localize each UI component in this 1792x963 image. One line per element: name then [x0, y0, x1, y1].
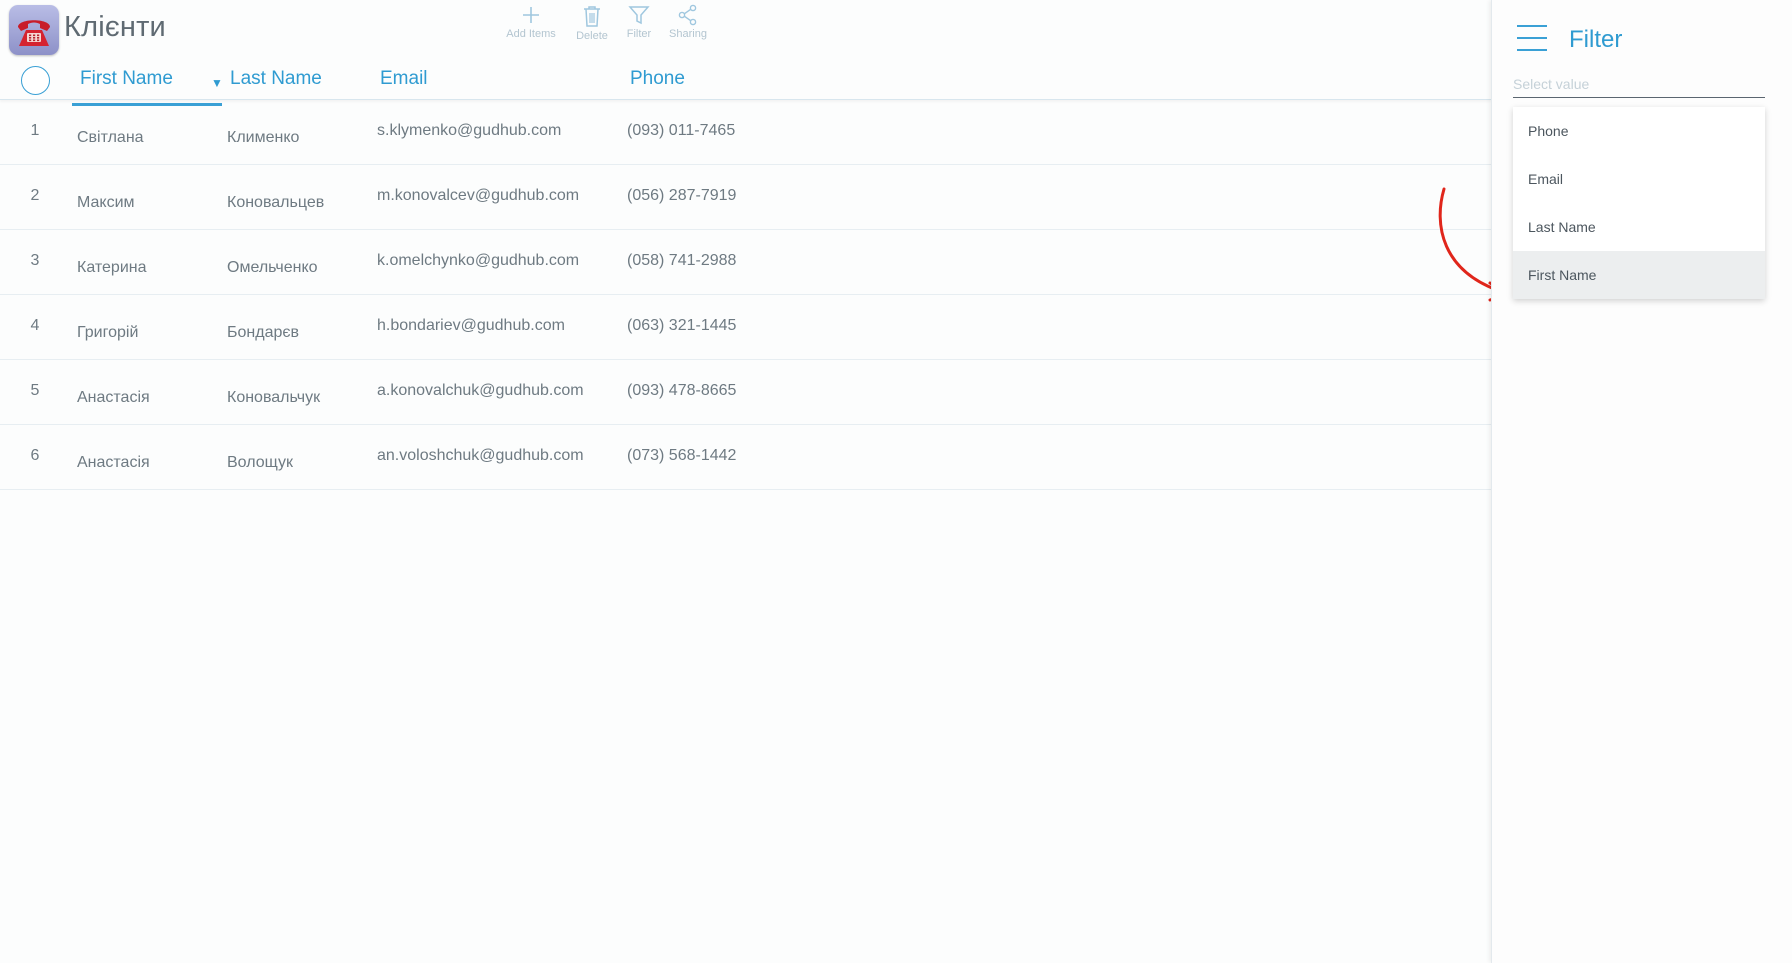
row-number: 4 — [30, 317, 40, 334]
row-number: 1 — [30, 122, 40, 139]
row-number: 6 — [30, 447, 40, 464]
field-dropdown: Phone Email Last Name First Name — [1513, 107, 1765, 299]
row-number: 2 — [30, 187, 40, 204]
add-items-label: Add Items — [506, 28, 556, 40]
table-header: First Name ▼ Last Name Email Phone — [0, 60, 1491, 106]
cell-first-name: Анастасія — [77, 454, 150, 471]
select-all-checkbox[interactable] — [21, 66, 50, 95]
cell-phone: (056) 287-7919 — [627, 187, 737, 204]
cell-last-name: Бондарєв — [227, 324, 300, 341]
cell-email: s.klymenko@gudhub.com — [377, 122, 562, 139]
cell-last-name: Коновальцев — [227, 194, 325, 211]
cell-last-name: Клименко — [227, 129, 300, 146]
cell-last-name: Волощук — [227, 454, 293, 471]
cell-email: a.konovalchuk@gudhub.com — [377, 382, 584, 399]
sort-desc-icon: ▼ — [211, 76, 223, 90]
table-row[interactable]: 1 Світлана Клименко s.klymenko@gudhub.co… — [0, 100, 1491, 165]
cell-phone: (058) 741-2988 — [627, 252, 737, 269]
table-row[interactable]: 4 Григорій Бондарєв h.bondariev@gudhub.c… — [0, 295, 1491, 360]
share-icon — [678, 4, 697, 26]
toolbar: Add Items Delete Filter Sharing — [500, 4, 720, 42]
delete-label: Delete — [576, 30, 608, 42]
row-number: 3 — [30, 252, 40, 269]
filter-button[interactable]: Filter — [622, 4, 656, 42]
row-number: 5 — [30, 382, 40, 399]
cell-first-name: Світлана — [77, 129, 144, 146]
cell-email: an.voloshchuk@gudhub.com — [377, 447, 584, 464]
dropdown-option-phone[interactable]: Phone — [1513, 107, 1765, 155]
cell-first-name: Катерина — [77, 259, 147, 276]
cell-phone: (073) 568-1442 — [627, 447, 737, 464]
cell-last-name: Омельченко — [227, 259, 318, 276]
dropdown-option-first-name[interactable]: First Name — [1513, 251, 1765, 299]
filter-panel: Filter Phone Email Last Name First Name — [1491, 0, 1792, 963]
clients-table: First Name ▼ Last Name Email Phone 1 Сві… — [0, 60, 1491, 490]
filter-panel-title: Filter — [1569, 26, 1623, 53]
table-row[interactable]: 6 Анастасія Волощук an.voloshchuk@gudhub… — [0, 425, 1491, 490]
table-row[interactable]: 5 Анастасія Коновальчук a.konovalchuk@gu… — [0, 360, 1491, 425]
trash-icon — [584, 6, 600, 27]
cell-email: h.bondariev@gudhub.com — [377, 317, 565, 334]
hamburger-menu-icon[interactable] — [1517, 25, 1547, 53]
column-header-last-name[interactable]: Last Name — [230, 68, 322, 90]
cell-last-name: Коновальчук — [227, 389, 321, 406]
cell-phone: (093) 478-8665 — [627, 382, 737, 399]
column-header-email[interactable]: Email — [380, 68, 428, 90]
cell-email: m.konovalcev@gudhub.com — [377, 187, 580, 204]
funnel-icon — [628, 6, 650, 25]
cell-email: k.omelchynko@gudhub.com — [377, 252, 580, 269]
filter-label: Filter — [626, 28, 652, 40]
plus-icon — [523, 7, 539, 23]
cell-phone: (063) 321-1445 — [627, 317, 737, 334]
dropdown-option-last-name[interactable]: Last Name — [1513, 203, 1765, 251]
cell-first-name: Григорій — [77, 324, 139, 341]
delete-button[interactable]: Delete — [570, 4, 614, 42]
cell-first-name: Максим — [77, 194, 135, 211]
app-window: Клієнти Add Items Delete Filter Sharing … — [0, 0, 1792, 963]
column-header-phone[interactable]: Phone — [630, 68, 685, 90]
dropdown-option-email[interactable]: Email — [1513, 155, 1765, 203]
select-value-input[interactable] — [1513, 70, 1765, 98]
sharing-button[interactable]: Sharing — [664, 4, 712, 42]
cell-first-name: Анастасія — [77, 389, 150, 406]
cell-phone: (093) 011-7465 — [627, 122, 736, 139]
table-row[interactable]: 2 Максим Коновальцев m.konovalcev@gudhub… — [0, 165, 1491, 230]
sharing-label: Sharing — [669, 28, 707, 40]
table-row[interactable]: 3 Катерина Омельченко k.omelchynko@gudhu… — [0, 230, 1491, 295]
telephone-icon — [9, 5, 59, 55]
page-title: Клієнти — [64, 11, 166, 43]
add-items-button[interactable]: Add Items — [500, 4, 562, 42]
